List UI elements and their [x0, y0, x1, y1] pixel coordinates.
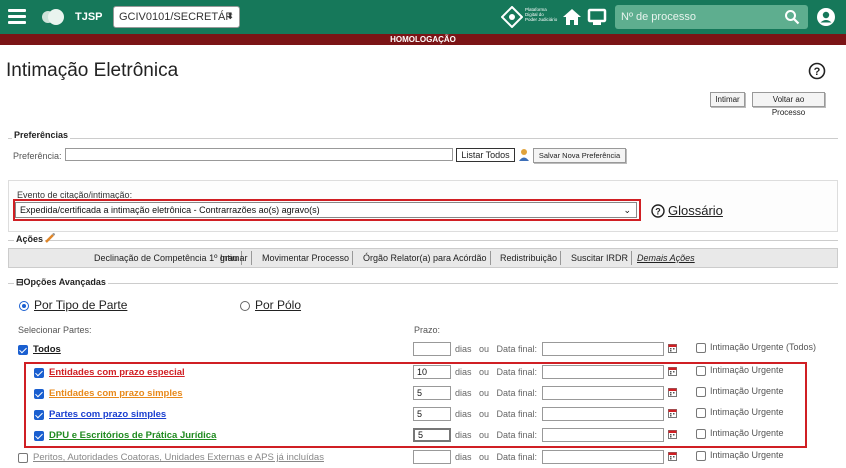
salvar-preferencia-button[interactable]: Salvar Nova Preferência	[533, 148, 626, 163]
checkbox-peritos-autoridades[interactable]	[18, 453, 28, 463]
collapse-icon[interactable]: ⊟	[16, 277, 24, 287]
search-icon[interactable]	[784, 9, 800, 25]
acao-orgao-relator[interactable]: Órgão Relator(a) para Acórdão	[360, 251, 491, 265]
acao-movimentar[interactable]: Movimentar Processo	[259, 251, 354, 265]
environment-banner: HOMOLOGAÇÃO	[0, 34, 846, 45]
row-label-peritos-autoridades[interactable]: Peritos, Autoridades Coatoras, Unidades …	[33, 452, 324, 463]
pencil-icon[interactable]	[45, 233, 55, 243]
glossario-link[interactable]: Glossário	[668, 203, 723, 218]
acao-intimar[interactable]: Intimar	[217, 251, 252, 265]
monitor-icon[interactable]	[587, 7, 607, 27]
listar-todos-button[interactable]: Listar Todos	[456, 148, 515, 162]
hamburger-menu-icon[interactable]	[8, 9, 26, 25]
preferencias-legend: Preferências	[12, 130, 71, 140]
urgente-label-peritos-autoridades[interactable]: Intimação Urgente	[710, 450, 784, 460]
data-final-input-todos[interactable]	[542, 342, 664, 356]
radio-por-polo[interactable]	[240, 301, 250, 311]
home-icon[interactable]	[562, 7, 582, 27]
highlight-box	[24, 362, 807, 448]
checkbox-todos[interactable]	[18, 345, 28, 355]
preferencia-input[interactable]	[65, 148, 453, 161]
tjsp-logo-icon	[42, 9, 64, 25]
help-icon[interactable]: ?	[651, 204, 665, 218]
intimar-button[interactable]: Intimar	[710, 92, 745, 107]
preferencia-label: Preferência:	[13, 151, 62, 161]
brand-name: TJSP	[75, 11, 103, 23]
prazo-input-peritos-autoridades[interactable]	[413, 450, 451, 464]
radio-por-tipo-parte[interactable]	[19, 301, 29, 311]
opcoes-legend[interactable]: ⊟Opções Avançadas	[14, 277, 108, 288]
radio-por-polo-label[interactable]: Por Pólo	[255, 298, 301, 312]
checkbox-urgente-todos[interactable]	[696, 343, 706, 353]
opcoes-legend-text: Opções Avançadas	[23, 277, 106, 287]
person-icon[interactable]	[518, 148, 530, 161]
process-search	[615, 5, 808, 29]
help-icon[interactable]: ?	[808, 62, 826, 80]
selecionar-partes-header: Selecionar Partes:	[18, 325, 92, 335]
svg-text:?: ?	[814, 66, 821, 78]
opcoes-fieldset	[8, 283, 838, 284]
acoes-fieldset	[8, 240, 838, 241]
pdpj-line: Poder Judiciário	[525, 17, 558, 22]
acao-demais-acoes[interactable]: Demais Ações	[634, 251, 698, 265]
acao-suscitar-irdr[interactable]: Suscitar IRDR	[568, 251, 633, 265]
calendar-icon[interactable]	[668, 343, 677, 353]
sort-caret-icon: ⬍	[226, 11, 234, 21]
prazo-input-todos[interactable]	[413, 342, 451, 356]
radio-por-tipo-parte-label[interactable]: Por Tipo de Parte	[34, 298, 127, 312]
voltar-processo-button[interactable]: Voltar ao Processo	[752, 92, 825, 117]
urgente-label-todos[interactable]: Intimação Urgente (Todos)	[710, 342, 816, 352]
row-label-todos[interactable]: Todos	[33, 344, 61, 355]
pdpj-logo: Plataforma Digital do Poder Judiciário	[501, 6, 561, 28]
org-select[interactable]: GCIV0101/SECRETÁF ⬍	[113, 6, 240, 28]
dias-ou-label: dias ou Data final:	[455, 452, 538, 462]
pdpj-text: Plataforma Digital do Poder Judiciário	[525, 7, 561, 22]
acoes-legend: Ações	[14, 234, 46, 244]
pdpj-diamond-icon	[501, 6, 523, 28]
highlight-box	[13, 199, 641, 221]
prazo-header: Prazo:	[414, 325, 441, 335]
user-account-icon[interactable]	[816, 7, 836, 27]
top-bar: TJSP GCIV0101/SECRETÁF ⬍ Plataforma Digi…	[0, 0, 846, 34]
svg-text:?: ?	[655, 207, 661, 217]
page-title: Intimação Eletrônica	[6, 60, 179, 81]
org-select-value: GCIV0101/SECRETÁF	[119, 11, 233, 23]
process-search-input[interactable]	[621, 9, 771, 25]
acao-redistribuicao[interactable]: Redistribuição	[497, 251, 562, 265]
checkbox-urgente-peritos-autoridades[interactable]	[696, 451, 706, 461]
calendar-icon[interactable]	[668, 451, 677, 461]
dias-ou-label: dias ou Data final:	[455, 344, 538, 354]
data-final-input-peritos-autoridades[interactable]	[542, 450, 664, 464]
